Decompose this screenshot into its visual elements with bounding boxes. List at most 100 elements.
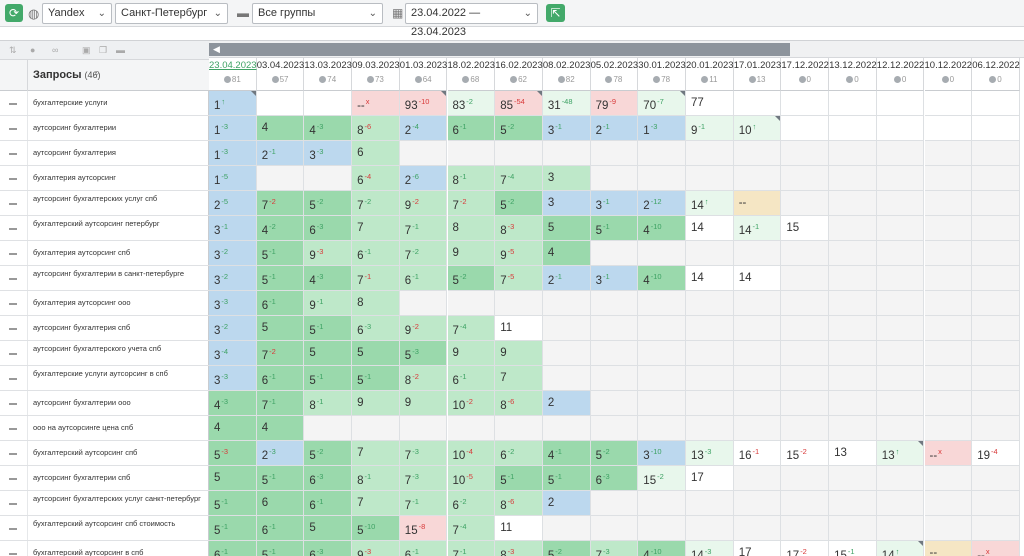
position-cell[interactable]: 14 xyxy=(686,266,734,291)
position-cell[interactable] xyxy=(924,516,973,541)
position-cell[interactable] xyxy=(590,366,639,391)
folder-icon[interactable]: ▬ xyxy=(116,45,125,55)
position-cell[interactable]: 17-2 xyxy=(781,541,830,556)
position-cell[interactable] xyxy=(972,391,1020,416)
position-cell[interactable]: -- xyxy=(924,541,973,556)
date-range-picker[interactable]: 23.04.2022 — 23.04.2023 ⌄ xyxy=(405,3,538,38)
position-cell[interactable]: 4 xyxy=(542,241,591,266)
position-cell[interactable] xyxy=(733,316,782,341)
position-cell[interactable] xyxy=(972,141,1020,166)
position-cell[interactable] xyxy=(876,241,925,266)
position-cell[interactable] xyxy=(447,291,496,316)
position-cell[interactable]: 3-1 xyxy=(590,191,639,216)
position-cell[interactable] xyxy=(924,266,973,291)
position-cell[interactable] xyxy=(876,191,925,216)
position-cell[interactable] xyxy=(924,416,973,441)
position-cell[interactable]: 5-2 xyxy=(495,191,543,216)
date-column-header[interactable]: 23.04.2023 81 xyxy=(209,58,257,91)
position-cell[interactable] xyxy=(638,166,686,191)
position-cell[interactable]: 8-1 xyxy=(304,391,353,416)
date-label[interactable]: 06.12.2022 xyxy=(972,60,1020,71)
position-cell[interactable] xyxy=(733,366,782,391)
position-cell[interactable]: 1-5 xyxy=(209,166,257,191)
position-cell[interactable] xyxy=(972,91,1020,116)
position-cell[interactable] xyxy=(352,416,400,441)
date-label[interactable]: 17.01.2023 xyxy=(734,60,782,71)
position-cell[interactable]: 6-1 xyxy=(399,541,448,556)
query-row[interactable]: аутсорсинг бухгалтерия xyxy=(0,141,209,166)
position-cell[interactable]: 6-2 xyxy=(495,441,543,466)
position-cell[interactable]: 2-1 xyxy=(590,116,639,141)
arrow-left-icon[interactable]: ◀ xyxy=(213,44,220,55)
position-cell[interactable]: 9 xyxy=(447,341,496,366)
position-cell[interactable]: 7-3 xyxy=(399,441,448,466)
position-cell[interactable] xyxy=(590,241,639,266)
position-cell[interactable] xyxy=(304,166,353,191)
position-cell[interactable]: 15-2 xyxy=(638,466,686,491)
position-cell[interactable] xyxy=(686,166,734,191)
date-label[interactable]: 08.02.2023 xyxy=(543,60,591,71)
position-cell[interactable] xyxy=(781,516,830,541)
position-cell[interactable]: 6-1 xyxy=(447,116,496,141)
date-label[interactable]: 20.01.2023 xyxy=(686,60,734,71)
position-cell[interactable]: 4-10 xyxy=(638,216,686,241)
position-cell[interactable] xyxy=(924,116,973,141)
row-collapse-icon[interactable] xyxy=(9,502,17,505)
position-cell[interactable]: 13↑ xyxy=(876,441,925,466)
position-cell[interactable] xyxy=(590,341,639,366)
position-cell[interactable] xyxy=(733,241,782,266)
position-cell[interactable]: 7-3 xyxy=(590,541,639,556)
position-cell[interactable] xyxy=(638,416,686,441)
position-cell[interactable] xyxy=(972,341,1020,366)
date-label[interactable]: 12.12.2022 xyxy=(877,60,925,71)
link-icon[interactable]: ∞ xyxy=(52,45,58,55)
position-cell[interactable] xyxy=(972,516,1020,541)
group-select[interactable]: Все группы ⌄ xyxy=(252,3,383,24)
query-row[interactable]: аутсорсинг бухгалтерии в санкт-петербург… xyxy=(0,266,209,291)
position-cell[interactable] xyxy=(876,316,925,341)
position-cell[interactable] xyxy=(686,341,734,366)
position-cell[interactable]: 7-1 xyxy=(399,491,448,516)
position-cell[interactable] xyxy=(924,216,973,241)
position-cell[interactable]: 9 xyxy=(399,391,448,416)
position-cell[interactable] xyxy=(733,91,782,116)
position-cell[interactable] xyxy=(781,341,830,366)
position-cell[interactable]: 3-2 xyxy=(209,266,257,291)
position-cell[interactable]: 6-3 xyxy=(304,466,353,491)
position-cell[interactable]: 3-1 xyxy=(209,216,257,241)
position-cell[interactable]: 8-3 xyxy=(495,541,543,556)
row-collapse-icon[interactable] xyxy=(9,202,17,205)
position-cell[interactable] xyxy=(829,341,877,366)
date-column-header[interactable]: 05.02.2023 78 xyxy=(590,58,639,91)
position-cell[interactable] xyxy=(924,191,973,216)
position-cell[interactable] xyxy=(399,141,448,166)
date-label[interactable]: 17.12.2022 xyxy=(781,60,829,71)
position-cell[interactable]: 11 xyxy=(495,516,543,541)
position-cell[interactable] xyxy=(256,91,305,116)
query-row[interactable]: бухгалтерский аутсорсинг петербург xyxy=(0,216,209,241)
position-cell[interactable] xyxy=(972,291,1020,316)
position-cell[interactable] xyxy=(876,491,925,516)
position-cell[interactable]: 6-1 xyxy=(256,366,305,391)
position-cell[interactable] xyxy=(686,416,734,441)
position-cell[interactable]: 3-1 xyxy=(542,116,591,141)
position-cell[interactable] xyxy=(256,166,305,191)
position-cell[interactable]: 9 xyxy=(352,391,400,416)
row-collapse-icon[interactable] xyxy=(9,102,17,105)
position-cell[interactable] xyxy=(781,191,830,216)
query-row[interactable]: бухгалтерия аутсорсинг ооо xyxy=(0,291,209,316)
position-cell[interactable]: 4-10 xyxy=(638,266,686,291)
position-cell[interactable]: 7-2 xyxy=(256,191,305,216)
query-row[interactable]: бухгалтерский аутсорсинг спб стоимость xyxy=(0,516,209,541)
position-cell[interactable]: 7-2 xyxy=(352,191,400,216)
position-cell[interactable]: 4-1 xyxy=(542,441,591,466)
position-cell[interactable]: 5-1 xyxy=(352,366,400,391)
position-cell[interactable]: 5-3 xyxy=(209,441,257,466)
position-cell[interactable] xyxy=(542,366,591,391)
position-cell[interactable] xyxy=(876,516,925,541)
date-label[interactable]: 13.12.2022 xyxy=(829,60,877,71)
position-cell[interactable]: 8-3 xyxy=(495,216,543,241)
position-cell[interactable]: 5-2 xyxy=(304,441,353,466)
row-collapse-icon[interactable] xyxy=(9,177,17,180)
date-column-header[interactable]: 20.01.2023 11 xyxy=(686,58,734,91)
